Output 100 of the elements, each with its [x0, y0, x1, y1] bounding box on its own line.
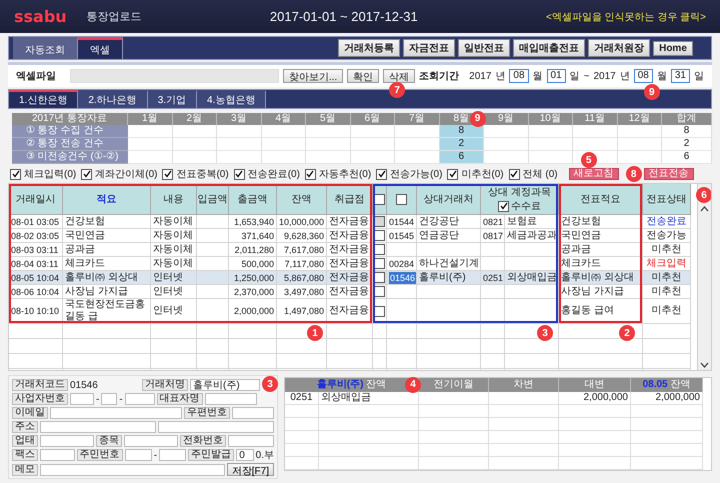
column-header: 내용: [151, 184, 197, 215]
field-label: 주소: [12, 421, 38, 433]
toolbar-button[interactable]: Home: [653, 40, 693, 56]
amount-cell: 2,011,280: [229, 243, 277, 257]
logo: ssabu: [14, 7, 67, 26]
field-label: 사업자번호: [12, 393, 68, 405]
browse-button[interactable]: 찾아보기...: [282, 69, 344, 83]
toolbar-button[interactable]: 자금전표: [403, 39, 455, 57]
field-label: 이메일: [12, 407, 48, 419]
code-cell: 0251: [285, 392, 319, 405]
number-badge: 2: [619, 325, 635, 341]
input-field[interactable]: 홀루비(주): [190, 379, 260, 391]
toolbar-button[interactable]: 거래처등록: [338, 39, 400, 57]
column-header: 전기이월: [419, 378, 489, 392]
field-label: 메모: [12, 464, 38, 476]
table-cell: 건강보험: [63, 215, 151, 229]
code-cell: 01544: [387, 215, 417, 229]
table-cell: 홍길동 급여: [559, 299, 643, 324]
day-field[interactable]: 31: [670, 69, 690, 83]
column-header: 입금액: [197, 184, 229, 215]
amount-cell: 10,000,000: [277, 215, 327, 229]
column-header: 대변: [559, 378, 631, 392]
status-cell: 미추천: [643, 243, 691, 257]
help-link[interactable]: <엑셀파일을 인식못하는 경우 클릭>: [546, 10, 706, 24]
filter-label: 계좌간이체(0): [95, 168, 158, 181]
bank-tab[interactable]: 3.기업: [148, 90, 198, 108]
month-field[interactable]: 08: [634, 69, 653, 83]
field-label: 대표자명: [156, 393, 203, 405]
month-field[interactable]: 08: [509, 69, 529, 83]
separator-text: -: [154, 450, 158, 460]
input-field[interactable]: 0: [236, 449, 254, 461]
column-header: 차변: [489, 378, 559, 392]
field-label: 엑셀파일: [16, 70, 56, 83]
table-cell: 전자금융: [327, 229, 373, 243]
delete-button[interactable]: 삭제: [383, 69, 416, 83]
column-header: 잔액: [277, 184, 327, 215]
table-cell: 국민연금: [559, 229, 643, 243]
tab[interactable]: 엑셀: [78, 37, 123, 59]
column-header: 적요: [63, 184, 151, 215]
table-cell: 사장님 가지급: [559, 285, 643, 299]
month-header: 3월: [217, 113, 262, 125]
day-field[interactable]: 01: [546, 69, 566, 83]
status-cell: 미추천: [643, 271, 691, 285]
unit-text: 월: [532, 70, 543, 83]
count-cell: 6: [440, 151, 484, 164]
filter-label: 미추천(0): [461, 168, 504, 181]
header-text: 잔액: [366, 379, 386, 390]
table-cell: 전자금융: [327, 299, 373, 324]
field-label: 전화번호: [180, 435, 226, 447]
month-header: 7월: [395, 113, 440, 125]
table-cell: 사장님 가지급: [63, 285, 151, 299]
column-header: 전표상태: [643, 184, 691, 215]
table-cell: 인터넷: [151, 299, 197, 324]
filter-label: 자동추천(0): [318, 168, 372, 181]
field-label: 거래처명: [142, 379, 188, 391]
month-header: 10월: [528, 113, 573, 125]
field-label: 종목: [96, 435, 122, 447]
unit-text: 년: [620, 70, 630, 83]
amount-cell: 3,497,080: [277, 285, 327, 299]
table-cell: 전자금융: [327, 271, 373, 285]
confirm-button[interactable]: 확인: [347, 69, 380, 83]
column-header: 수수료: [511, 200, 541, 213]
status-cell: 전송가능: [643, 229, 691, 243]
save-button[interactable]: 저장[F7]: [226, 463, 274, 476]
code-cell: 0251: [481, 271, 505, 285]
code-cell: 0821: [481, 215, 505, 229]
amount-cell: 7,617,080: [277, 243, 327, 257]
table-cell: 공과금: [63, 243, 151, 257]
tab[interactable]: 자동조회: [13, 37, 78, 59]
amount-cell: 2,370,000: [229, 285, 277, 299]
month-header: 12월: [618, 113, 662, 125]
count-cell: 2: [662, 138, 712, 151]
month-header: 9월: [484, 113, 528, 125]
table-cell: 외상매입금: [505, 271, 559, 285]
scrollbar[interactable]: 6: [697, 184, 711, 370]
column-header: 상대 계정과목: [488, 186, 551, 199]
code-cell: 01545: [387, 229, 417, 243]
date-cell: 08-01 03:05: [9, 215, 63, 229]
count-cell: 8: [440, 125, 484, 138]
toolbar-button[interactable]: 일반전표: [458, 39, 510, 57]
bank-tab[interactable]: 1.신한은행: [9, 90, 78, 108]
row-label: ① 통장 수집 건수: [12, 125, 128, 138]
table-cell: 홀루비(주): [417, 271, 481, 285]
page-title: 통장업로드: [86, 10, 142, 24]
toolbar-button[interactable]: 거래처원장: [588, 39, 650, 57]
bank-tab[interactable]: 4.농협은행: [197, 90, 266, 108]
count-cell: 2: [440, 138, 484, 151]
table-header: 2017년 통장자료: [12, 113, 128, 125]
separator-text: -: [119, 394, 123, 404]
code-cell: 01546: [387, 271, 417, 285]
amount-cell: 2,000,000: [559, 392, 631, 405]
column-header: 거래일시: [9, 184, 63, 215]
toolbar-button[interactable]: 매입매출전표: [513, 39, 585, 57]
bank-tab[interactable]: 2.하나은행: [78, 90, 148, 108]
filter-label: 전송완료(0): [248, 168, 300, 181]
date-cell: 08-06 10:04: [9, 285, 63, 299]
date-cell: 08-10 10:10: [9, 299, 63, 324]
field-label: 우편번호: [184, 407, 230, 419]
month-header: 4월: [262, 113, 306, 125]
table-cell: 인터넷: [151, 285, 197, 299]
